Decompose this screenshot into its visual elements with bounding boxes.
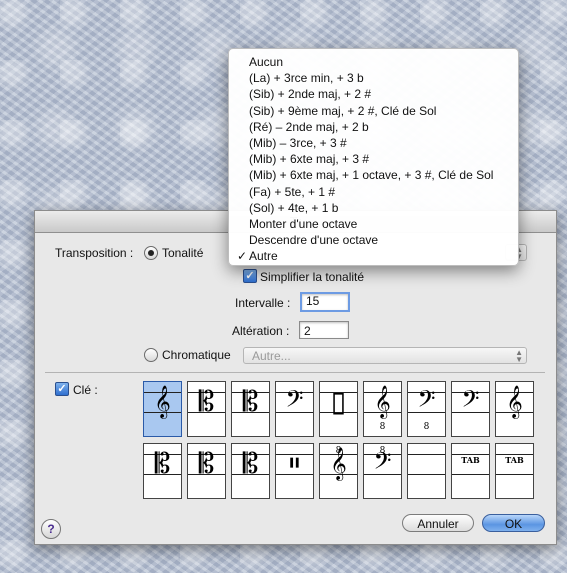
intervalle-field[interactable]: 15 xyxy=(300,292,350,312)
clef-icon: TAB xyxy=(505,455,524,465)
chromatique-popup-value: Autre... xyxy=(252,349,291,363)
clef-icon: 𝄢 xyxy=(417,385,436,418)
menu-item[interactable]: (Sib) + 2nde maj, + 2 # xyxy=(249,87,371,101)
cancel-button[interactable]: Annuler xyxy=(402,514,474,532)
staff-line xyxy=(408,474,445,475)
clef-icon: 𝄞 xyxy=(154,385,171,418)
help-button[interactable]: ? xyxy=(41,519,61,539)
clef-option[interactable]: TAB xyxy=(451,443,490,499)
menu-item[interactable]: (Sib) + 9ème maj, + 2 #, Clé de Sol xyxy=(249,104,436,118)
transposition-label: Transposition : xyxy=(55,246,134,260)
clef-option[interactable]: 𝄡 xyxy=(231,443,270,499)
menu-item[interactable]: Descendre d'une octave xyxy=(249,233,378,247)
clef-option[interactable]: ▯ xyxy=(319,381,358,437)
clef-icon: 𝄡 xyxy=(242,447,259,480)
separator xyxy=(45,372,545,373)
chromatique-radio[interactable] xyxy=(144,348,158,362)
clef-option[interactable]: 𝄢 8 xyxy=(363,443,402,499)
octave-mark: 8 xyxy=(335,446,342,456)
checkmark-icon: ✓ xyxy=(237,249,248,264)
staff-line xyxy=(408,454,445,455)
clef-option[interactable]: 𝄢 8 xyxy=(407,381,446,437)
menu-item[interactable]: (Mib) + 6xte maj, + 3 # xyxy=(249,152,369,166)
clef-icon: 𝄡 xyxy=(198,447,215,480)
clef-option[interactable]: TAB xyxy=(495,443,534,499)
menu-item[interactable]: (Mib) – 3rce, + 3 # xyxy=(249,136,347,150)
popup-arrows-icon: ▲ ▼ xyxy=(515,348,523,364)
menu-item[interactable]: (Mib) + 6xte maj, + 1 octave, + 3 #, Clé… xyxy=(249,168,493,182)
transposition-menu: Aucun (La) + 3rce min, + 3 b (Sib) + 2nde … xyxy=(228,48,519,266)
octave-mark: 8 xyxy=(379,422,386,432)
clef-option[interactable]: 𝄞 8 xyxy=(363,381,402,437)
intervalle-label: Intervalle : xyxy=(235,296,291,310)
menu-item[interactable]: (Ré) – 2nde maj, + 2 b xyxy=(249,120,369,134)
menu-item[interactable]: (Sol) + 4te, + 1 b xyxy=(249,201,338,215)
clef-option[interactable]: 𝄡 xyxy=(143,443,182,499)
clef-option[interactable]: 𝄢 xyxy=(451,381,490,437)
clef-icon: 𝄞 xyxy=(374,385,391,418)
clef-icon: 𝄡 xyxy=(198,385,215,418)
staff-line xyxy=(452,474,489,475)
menu-item[interactable]: Monter d'une octave xyxy=(249,217,357,231)
clef-icon: TAB xyxy=(461,455,480,465)
menu-item[interactable]: Aucun xyxy=(249,55,283,69)
clef-option[interactable] xyxy=(407,443,446,499)
clef-icon: 𝄥 xyxy=(290,447,299,480)
clef-option[interactable]: 𝄡 xyxy=(231,381,270,437)
clef-icon: 𝄢 xyxy=(285,385,304,418)
staff-line xyxy=(496,474,533,475)
simplifier-checkbox[interactable]: ✓ xyxy=(243,269,257,283)
clef-option[interactable]: 𝄥 xyxy=(275,443,314,499)
tonalite-radio[interactable] xyxy=(144,246,158,260)
alteration-field[interactable]: 2 xyxy=(299,321,349,339)
clef-option[interactable]: 𝄞 xyxy=(495,381,534,437)
clef-option[interactable]: 𝄡 xyxy=(187,381,226,437)
octave-mark: 8 xyxy=(379,446,386,456)
clef-icon: 𝄡 xyxy=(242,385,259,418)
clef-icon: ▯ xyxy=(330,385,347,418)
octave-mark: 8 xyxy=(423,422,430,432)
clef-option[interactable]: 𝄞 xyxy=(143,381,182,437)
clef-option[interactable]: 𝄞 8 xyxy=(319,443,358,499)
clef-icon: 𝄞 xyxy=(506,385,523,418)
chromatique-popup[interactable]: Autre... ▲ ▼ xyxy=(243,347,527,364)
ok-button[interactable]: OK xyxy=(482,514,545,532)
clef-option[interactable]: 𝄢 xyxy=(275,381,314,437)
simplifier-label: Simplifier la tonalité xyxy=(260,270,365,284)
chromatique-label: Chromatique xyxy=(162,348,231,362)
menu-item[interactable]: (La) + 3rce min, + 3 b xyxy=(249,71,364,85)
clef-option[interactable]: 𝄡 xyxy=(187,443,226,499)
clef-icon: 𝄡 xyxy=(154,447,171,480)
tonalite-label: Tonalité xyxy=(162,246,204,260)
cle-checkbox[interactable]: ✓ xyxy=(55,382,69,396)
cle-label: Clé : xyxy=(73,383,98,397)
alteration-label: Altération : xyxy=(232,324,290,338)
clef-icon: 𝄢 xyxy=(461,385,480,418)
menu-item[interactable]: (Fa) + 5te, + 1 # xyxy=(249,185,335,199)
menu-item[interactable]: Autre xyxy=(249,249,278,263)
